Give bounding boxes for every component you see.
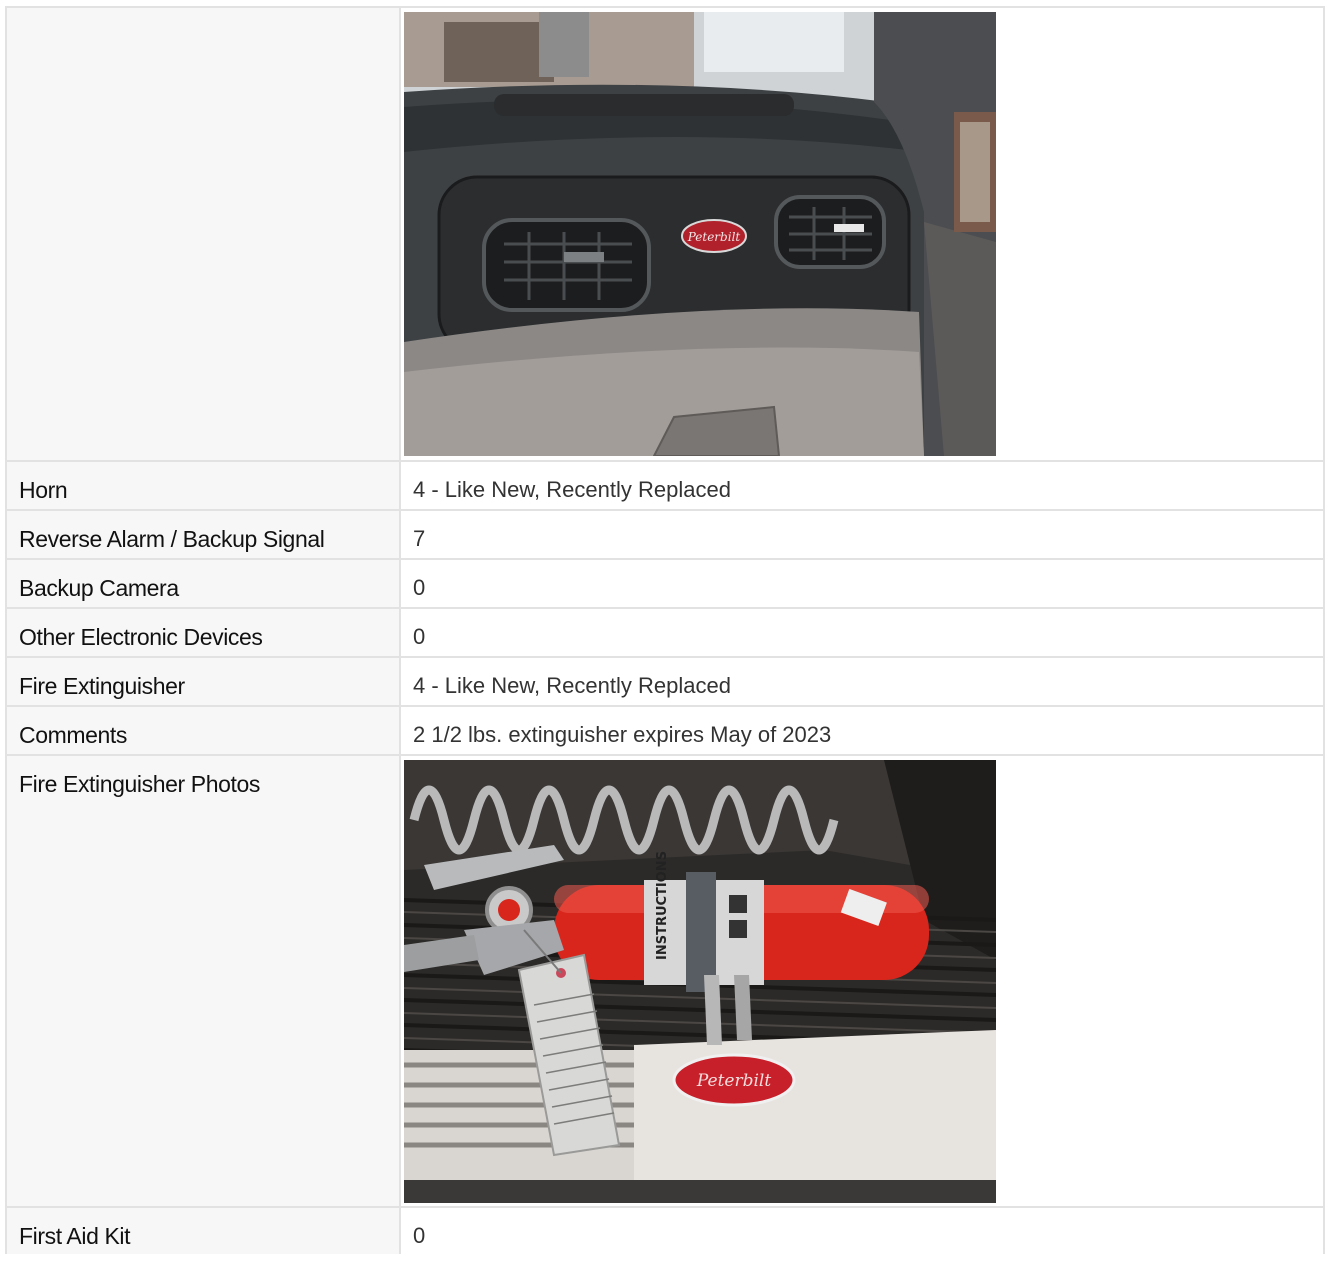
row-value-cell: Peterbilt INSTRUCTIONS bbox=[399, 754, 1325, 1208]
table-row: Fire Extinguisher 4 - Like New, Recently… bbox=[5, 656, 1325, 707]
row-label-cell bbox=[5, 6, 401, 462]
row-value-cell: 7 bbox=[399, 509, 1325, 560]
inspection-sheet: Peterbilt Horn 4 - Like New, Recently Re… bbox=[5, 6, 1325, 1254]
row-label-cell: Comments bbox=[5, 705, 401, 756]
reverse-alarm-label: Reverse Alarm / Backup Signal bbox=[19, 526, 325, 552]
fire-extinguisher-photo[interactable]: Peterbilt INSTRUCTIONS bbox=[404, 760, 996, 1203]
fire-extinguisher-value: 4 - Like New, Recently Replaced bbox=[413, 673, 731, 698]
row-value-cell: 0 bbox=[399, 1206, 1325, 1254]
fire-extinguisher-label: Fire Extinguisher bbox=[19, 673, 185, 699]
table-row: First Aid Kit 0 bbox=[5, 1206, 1325, 1254]
row-label-cell: Fire Extinguisher bbox=[5, 656, 401, 707]
row-value-cell: Peterbilt bbox=[399, 6, 1325, 462]
row-value-cell: 4 - Like New, Recently Replaced bbox=[399, 656, 1325, 707]
horn-value: 4 - Like New, Recently Replaced bbox=[413, 477, 731, 502]
other-electronic-devices-label: Other Electronic Devices bbox=[19, 624, 263, 650]
table-row: Peterbilt bbox=[5, 6, 1325, 462]
comments-label: Comments bbox=[19, 722, 127, 748]
inspection-table: Peterbilt Horn 4 - Like New, Recently Re… bbox=[5, 6, 1325, 1254]
sill-badge-text: Peterbilt bbox=[696, 1071, 772, 1091]
table-row: Fire Extinguisher Photos Peterbilt INSTR… bbox=[5, 754, 1325, 1208]
row-label-cell: First Aid Kit bbox=[5, 1206, 401, 1254]
first-aid-kit-value: 0 bbox=[413, 1223, 426, 1248]
dashboard-vents-photo[interactable]: Peterbilt bbox=[404, 12, 996, 456]
row-label-cell: Horn bbox=[5, 460, 401, 511]
row-label-cell: Reverse Alarm / Backup Signal bbox=[5, 509, 401, 560]
horn-label: Horn bbox=[19, 477, 68, 503]
table-row: Backup Camera 0 bbox=[5, 558, 1325, 609]
table-row: Other Electronic Devices 0 bbox=[5, 607, 1325, 658]
row-label-cell: Fire Extinguisher Photos bbox=[5, 754, 401, 1208]
backup-camera-value: 0 bbox=[413, 575, 426, 600]
dashboard-badge-text: Peterbilt bbox=[687, 230, 741, 244]
first-aid-kit-label: First Aid Kit bbox=[19, 1223, 131, 1249]
row-value-cell: 2 1/2 lbs. extinguisher expires May of 2… bbox=[399, 705, 1325, 756]
other-electronic-devices-value: 0 bbox=[413, 624, 426, 649]
tank-band-text: INSTRUCTIONS bbox=[655, 851, 670, 960]
row-value-cell: 0 bbox=[399, 558, 1325, 609]
table-row: Comments 2 1/2 lbs. extinguisher expires… bbox=[5, 705, 1325, 756]
fire-extinguisher-photos-label: Fire Extinguisher Photos bbox=[19, 771, 260, 797]
comments-value: 2 1/2 lbs. extinguisher expires May of 2… bbox=[413, 722, 832, 747]
backup-camera-label: Backup Camera bbox=[19, 575, 179, 601]
row-value-cell: 0 bbox=[399, 607, 1325, 658]
table-row: Horn 4 - Like New, Recently Replaced bbox=[5, 460, 1325, 511]
table-row: Reverse Alarm / Backup Signal 7 bbox=[5, 509, 1325, 560]
row-label-cell: Backup Camera bbox=[5, 558, 401, 609]
row-value-cell: 4 - Like New, Recently Replaced bbox=[399, 460, 1325, 511]
row-label-cell: Other Electronic Devices bbox=[5, 607, 401, 658]
reverse-alarm-value: 7 bbox=[413, 526, 426, 551]
